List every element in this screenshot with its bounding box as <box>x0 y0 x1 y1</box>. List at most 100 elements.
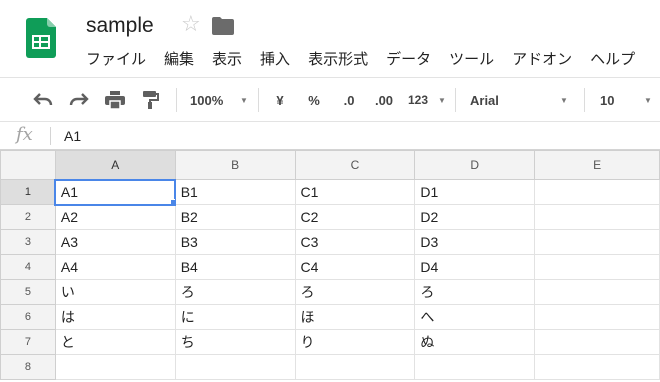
cell[interactable]: い <box>54 279 176 305</box>
column-header-e[interactable]: E <box>534 150 660 180</box>
cell-a1[interactable]: A1 <box>54 178 177 206</box>
sheets-logo-icon[interactable] <box>26 18 56 58</box>
toolbar-divider <box>258 88 259 112</box>
cell[interactable] <box>534 254 660 280</box>
cell[interactable]: C3 <box>294 229 416 255</box>
row-header[interactable]: 3 <box>0 229 56 255</box>
cell[interactable] <box>534 279 660 305</box>
cell[interactable]: C4 <box>294 254 416 280</box>
cell[interactable]: D2 <box>414 204 536 230</box>
cell[interactable]: B1 <box>174 179 296 205</box>
font-family-value: Arial <box>470 92 499 108</box>
document-title[interactable]: sample <box>86 14 154 38</box>
cell[interactable] <box>534 204 660 230</box>
spreadsheet-grid: A B C D E 1 A1 B1 C1 D1 2 A2 B2 C2 D2 3 … <box>0 150 660 380</box>
menu-edit[interactable]: 編集 <box>164 48 194 69</box>
cell[interactable]: ち <box>174 329 296 355</box>
paint-format-button[interactable] <box>138 78 164 122</box>
star-icon[interactable]: ☆ <box>181 13 201 35</box>
column-header-d[interactable]: D <box>414 150 536 180</box>
cell[interactable]: B4 <box>174 254 296 280</box>
menu-tools[interactable]: ツール <box>449 48 494 69</box>
row-header[interactable]: 4 <box>0 254 56 280</box>
currency-button[interactable]: ¥ <box>268 78 292 122</box>
column-header-a[interactable]: A <box>54 150 176 180</box>
decrease-decimal-button[interactable]: .0 <box>334 78 364 122</box>
row-header[interactable]: 6 <box>0 304 56 330</box>
cell[interactable]: A2 <box>54 204 176 230</box>
font-size-select[interactable]: 10 ▼ <box>600 78 660 122</box>
cell[interactable]: り <box>294 329 416 355</box>
formula-input[interactable]: A1 <box>64 128 81 144</box>
cell[interactable] <box>414 354 536 380</box>
table-row: 5 い ろ ろ ろ <box>0 279 660 305</box>
cell[interactable]: ろ <box>174 279 296 305</box>
increase-decimal-label: .00 <box>374 92 394 108</box>
column-header-c[interactable]: C <box>294 150 416 180</box>
row-header[interactable]: 8 <box>0 354 56 380</box>
menu-view[interactable]: 表示 <box>212 48 242 69</box>
font-family-select[interactable]: Arial ▼ <box>470 78 570 122</box>
cell[interactable]: D3 <box>414 229 536 255</box>
table-row: 3 A3 B3 C3 D3 <box>0 229 660 255</box>
font-size-value: 10 <box>600 92 615 108</box>
menu-insert[interactable]: 挿入 <box>260 48 290 69</box>
cell[interactable] <box>534 304 660 330</box>
cell[interactable] <box>294 354 416 380</box>
cell[interactable]: ほ <box>294 304 416 330</box>
menu-addons[interactable]: アドオン <box>512 48 572 69</box>
cell[interactable] <box>174 354 296 380</box>
cell[interactable]: は <box>54 304 176 330</box>
cell[interactable]: ぬ <box>414 329 536 355</box>
cell[interactable]: C1 <box>294 179 416 205</box>
chevron-down-icon: ▼ <box>438 96 446 105</box>
cell[interactable]: C2 <box>294 204 416 230</box>
cell[interactable]: B2 <box>174 204 296 230</box>
menu-format[interactable]: 表示形式 <box>308 48 368 69</box>
menu-help[interactable]: ヘルプ <box>590 48 635 69</box>
cell[interactable] <box>534 354 660 380</box>
cell[interactable]: A4 <box>54 254 176 280</box>
table-row: 8 <box>0 354 660 380</box>
more-formats-button[interactable]: 123 ▼ <box>404 78 446 122</box>
print-button[interactable] <box>102 78 128 122</box>
cell[interactable]: ろ <box>294 279 416 305</box>
select-all-corner[interactable] <box>0 150 56 180</box>
formula-divider <box>50 127 51 145</box>
row-header[interactable]: 5 <box>0 279 56 305</box>
menu-data[interactable]: データ <box>386 48 431 69</box>
cell[interactable]: D1 <box>414 179 536 205</box>
row-header[interactable]: 1 <box>0 179 56 205</box>
table-row: 7 と ち り ぬ <box>0 329 660 355</box>
undo-button[interactable] <box>30 78 56 122</box>
cell[interactable] <box>534 229 660 255</box>
cell[interactable]: ろ <box>414 279 536 305</box>
cell[interactable] <box>534 179 660 205</box>
app-header: sample ☆ ファイル 編集 表示 挿入 表示形式 データ ツール アドオン… <box>0 0 660 78</box>
zoom-value: 100% <box>190 92 224 108</box>
cell-value: A1 <box>60 184 79 200</box>
cell[interactable]: D4 <box>414 254 536 280</box>
row-header[interactable]: 7 <box>0 329 56 355</box>
cell[interactable] <box>534 329 660 355</box>
fill-handle[interactable] <box>169 199 175 204</box>
cell[interactable] <box>54 354 176 380</box>
increase-decimal-button[interactable]: .00 <box>368 78 400 122</box>
menu-file[interactable]: ファイル <box>86 48 146 69</box>
print-icon <box>105 91 125 109</box>
cell[interactable]: へ <box>414 304 536 330</box>
table-row: 4 A4 B4 C4 D4 <box>0 254 660 280</box>
zoom-select[interactable]: 100% ▼ <box>184 78 254 122</box>
cell[interactable]: B3 <box>174 229 296 255</box>
redo-button[interactable] <box>66 78 92 122</box>
cell[interactable]: A3 <box>54 229 176 255</box>
row-header[interactable]: 2 <box>0 204 56 230</box>
cell[interactable]: と <box>54 329 176 355</box>
paint-format-icon <box>143 91 159 109</box>
fx-icon: fx <box>16 124 33 145</box>
percent-button[interactable]: % <box>302 78 326 122</box>
table-row: 2 A2 B2 C2 D2 <box>0 204 660 230</box>
folder-icon[interactable] <box>212 17 234 35</box>
column-header-b[interactable]: B <box>174 150 296 180</box>
cell[interactable]: に <box>174 304 296 330</box>
